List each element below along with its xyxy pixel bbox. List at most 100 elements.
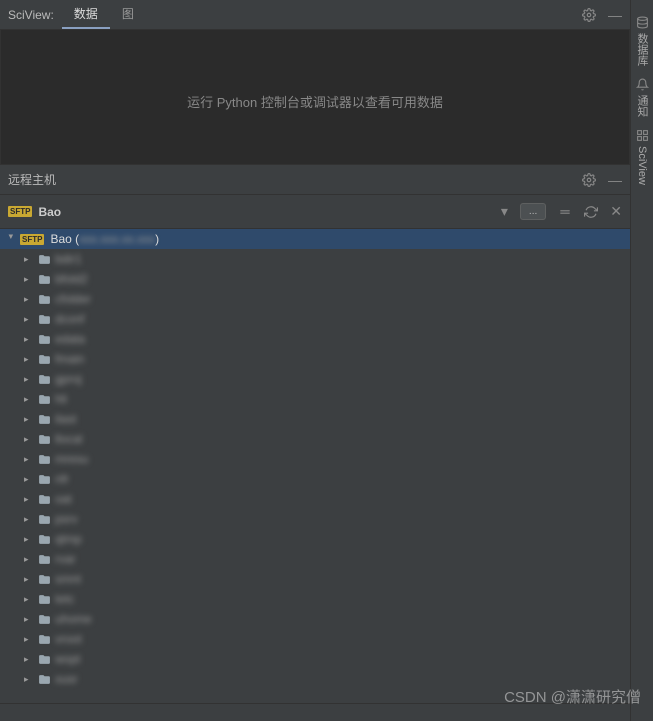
gear-icon[interactable] [582, 173, 596, 187]
tree-row[interactable]: ▸rvar [0, 549, 630, 569]
gear-icon[interactable] [582, 8, 596, 22]
bell-icon [636, 78, 649, 91]
tree-row[interactable]: ▸ oat [0, 489, 630, 509]
chevron-right-icon: ▸ [24, 494, 34, 505]
folder-label: qtmp [55, 532, 82, 546]
status-bar [0, 703, 630, 721]
folder-icon [38, 393, 51, 406]
tree-row[interactable]: ▸mresu [0, 449, 630, 469]
connection-name[interactable]: Bao [38, 205, 61, 219]
rail-label: 数据库 [634, 33, 650, 66]
tree-row[interactable]: ▸llocal [0, 429, 630, 449]
folder-icon [38, 513, 51, 526]
folder-icon [38, 633, 51, 646]
folder-label: bdir1 [55, 252, 82, 266]
chevron-right-icon: ▸ [24, 334, 34, 345]
minimize-icon[interactable]: — [608, 172, 622, 188]
chevron-down-icon[interactable]: ▾ [501, 203, 508, 220]
sftp-badge: SFTP [20, 234, 44, 245]
folder-label: xusr [55, 672, 78, 686]
chevron-right-icon: ▸ [24, 414, 34, 425]
folder-icon [38, 493, 51, 506]
folder-icon [38, 413, 51, 426]
tree-row[interactable]: ▸edata [0, 329, 630, 349]
remote-tree[interactable]: ▸ SFTP Bao (xxx.xxx.xx.xxx) ▸bdir1▸bfold… [0, 229, 630, 703]
tree-row[interactable]: ▸ gproj [0, 369, 630, 389]
folder-icon [38, 433, 51, 446]
folder-icon [38, 333, 51, 346]
folder-icon [38, 473, 51, 486]
chevron-right-icon: ▸ [24, 594, 34, 605]
grid-icon [636, 129, 649, 142]
folder-icon [38, 313, 51, 326]
tree-row[interactable]: ▸fmain [0, 349, 630, 369]
rail-item-database[interactable]: 数据库 [632, 10, 652, 72]
tab-data[interactable]: 数据 [62, 0, 110, 29]
tree-row[interactable]: ▸wopt [0, 649, 630, 669]
folder-icon [38, 293, 51, 306]
chevron-right-icon: ▸ [24, 294, 34, 305]
tree-root[interactable]: ▸ SFTP Bao (xxx.xxx.xx.xxx) [0, 229, 630, 249]
tree-row[interactable]: ▸ bfold2 [0, 269, 630, 289]
folder-icon [38, 253, 51, 266]
tree-row[interactable]: ▸ ilast [0, 409, 630, 429]
folder-icon [38, 453, 51, 466]
sciview-title: SciView: [8, 8, 54, 22]
rail-item-sciview[interactable]: SciView [634, 123, 651, 191]
root-address: xxx.xxx.xx.xxx [79, 232, 155, 246]
folder-label: rvar [55, 552, 76, 566]
right-rail: 数据库 通知 SciView [630, 0, 653, 721]
browse-button[interactable]: ... [520, 203, 546, 220]
folder-icon [38, 593, 51, 606]
folder-label: dconf [55, 312, 84, 326]
tree-row[interactable]: ▸tetc [0, 589, 630, 609]
tree-row[interactable]: ▸ qtmp [0, 529, 630, 549]
folder-icon [38, 573, 51, 586]
tree-row[interactable]: ▸ smnt [0, 569, 630, 589]
folder-icon [38, 533, 51, 546]
chevron-right-icon: ▸ [24, 454, 34, 465]
refresh-icon[interactable] [584, 205, 598, 219]
sciview-header: SciView: 数据 图 — [0, 0, 630, 30]
chevron-right-icon: ▸ [24, 434, 34, 445]
close-icon[interactable]: ✕ [610, 203, 622, 220]
tree-row[interactable]: ▸xusr [0, 669, 630, 689]
rail-label: 通知 [634, 95, 650, 117]
folder-label: smnt [55, 572, 81, 586]
sciview-tabs: 数据 图 [62, 0, 146, 29]
database-icon [636, 16, 649, 29]
folder-label: oat [55, 492, 72, 506]
chevron-right-icon: ▸ [24, 574, 34, 585]
folder-label: bfold2 [55, 272, 88, 286]
folder-icon [38, 653, 51, 666]
sciview-body: 运行 Python 控制台或调试器以查看可用数据 [0, 30, 630, 165]
chevron-right-icon: ▸ [24, 534, 34, 545]
tree-row[interactable]: ▸uhome [0, 609, 630, 629]
folder-icon [38, 673, 51, 686]
tree-row[interactable]: ▸ psrv [0, 509, 630, 529]
minimize-icon[interactable]: — [608, 7, 622, 23]
folder-icon [38, 613, 51, 626]
chevron-right-icon: ▸ [24, 374, 34, 385]
chevron-right-icon: ▸ [24, 514, 34, 525]
tree-row[interactable]: ▸dconf [0, 309, 630, 329]
tree-row[interactable]: ▸hli [0, 389, 630, 409]
chevron-right-icon: ▸ [24, 474, 34, 485]
tab-plot[interactable]: 图 [110, 0, 146, 29]
folder-icon [38, 273, 51, 286]
folder-label: psrv [55, 512, 78, 526]
tree-row[interactable]: ▸bdir1 [0, 249, 630, 269]
tree-row[interactable]: ▸ nfr [0, 469, 630, 489]
tree-row[interactable]: ▸vroot [0, 629, 630, 649]
tree-row[interactable]: ▸ cfolder [0, 289, 630, 309]
folder-label: nfr [55, 472, 69, 486]
remote-title: 远程主机 [8, 171, 56, 188]
collapse-icon[interactable] [558, 205, 572, 219]
folder-label: ilast [55, 412, 76, 426]
folder-label: gproj [55, 372, 82, 386]
folder-icon [38, 353, 51, 366]
folder-icon [38, 373, 51, 386]
chevron-right-icon: ▸ [24, 274, 34, 285]
folder-label: cfolder [55, 292, 91, 306]
rail-item-notifications[interactable]: 通知 [632, 72, 652, 123]
